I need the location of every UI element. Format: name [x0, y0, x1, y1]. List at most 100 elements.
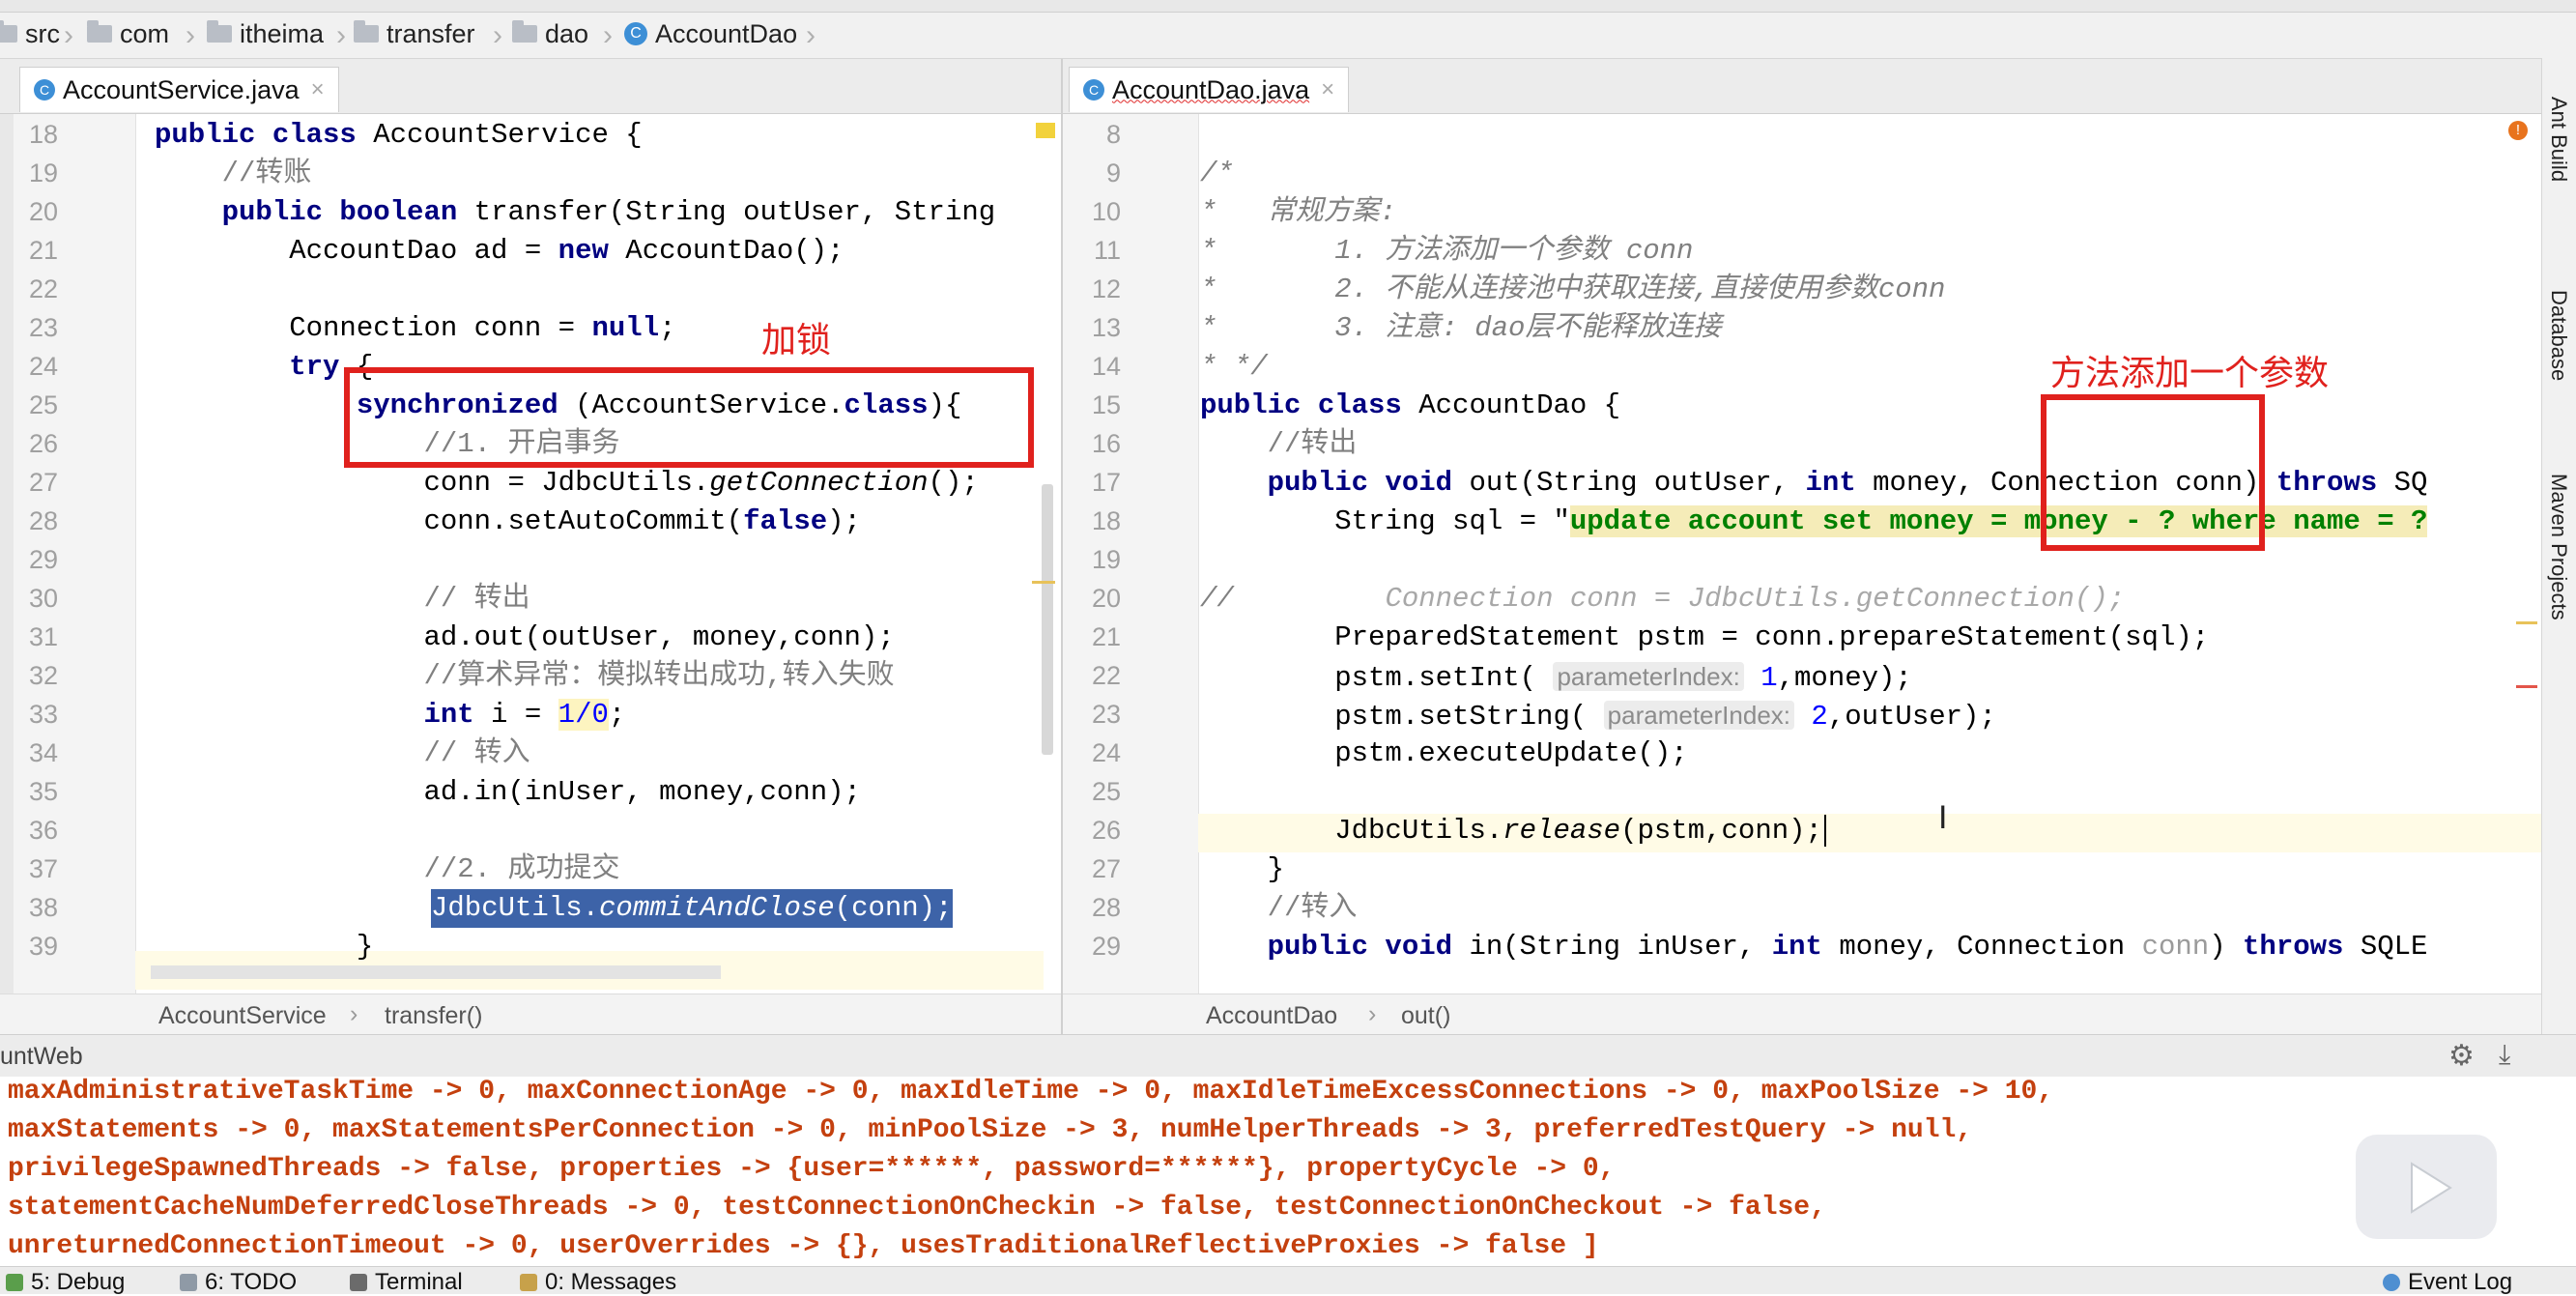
status-path-class[interactable]: AccountDao	[1206, 1002, 1337, 1030]
console-output[interactable]: maxAdministrativeTaskTime -> 0, maxConne…	[0, 1077, 2576, 1266]
line-number: 8	[1105, 120, 1121, 149]
line-number: 25	[28, 390, 58, 419]
code-line: int i = 1/0;	[155, 699, 626, 731]
line-number: 15	[1091, 390, 1121, 419]
code-line: try {	[155, 351, 374, 383]
tab-accountdao[interactable]: C AccountDao.java ×	[1069, 67, 1350, 112]
folder-icon	[512, 20, 537, 43]
folder-icon	[0, 20, 17, 43]
chevron-right-icon: ›	[493, 19, 502, 51]
play-overlay-button[interactable]	[2356, 1135, 2497, 1239]
class-icon: C	[34, 79, 55, 101]
minimize-icon[interactable]: ⤓	[2499, 1039, 2510, 1071]
close-icon[interactable]: ×	[311, 76, 325, 103]
left-status-path: AccountService › transfer()	[0, 994, 1061, 1035]
tool-messages[interactable]: 0: Messages	[520, 1269, 676, 1296]
status-path-method[interactable]: out()	[1401, 1002, 1450, 1030]
right-code-area[interactable]: /* * 常规方案: * 1. 方法添加一个参数 conn * 2. 不能从连接…	[1200, 114, 2524, 994]
code-line: //算术异常：模拟转出成功,转入失败	[155, 660, 895, 692]
line-number: 26	[28, 429, 58, 458]
line-number: 18	[1091, 506, 1121, 535]
right-editor-pane: C AccountDao.java × 8 9 10 11 12 13 14 1…	[1063, 59, 2541, 1035]
tool-event-log[interactable]: Event Log	[2383, 1269, 2512, 1296]
left-hscrollbar[interactable]	[151, 965, 721, 979]
warning-marker-icon[interactable]	[1036, 123, 1055, 138]
code-line: * 2. 不能从连接池中获取连接,直接使用参数conn	[1200, 274, 1946, 305]
line-number: 13	[1091, 313, 1121, 342]
breadcrumb-item-transfer[interactable]: transfer	[354, 19, 475, 48]
code-line: //转出	[1200, 428, 1358, 460]
code-line: * 3. 注意: dao层不能释放连接	[1200, 312, 1722, 344]
scroll-mark	[2516, 621, 2537, 624]
breadcrumb-item-com[interactable]: com	[87, 19, 169, 48]
left-code-area[interactable]: public class AccountService { //转账 publi…	[155, 114, 1053, 994]
toolwindow-maven-projects[interactable]: Maven Projects	[2546, 474, 2571, 620]
messages-icon	[520, 1274, 537, 1291]
line-number: 28	[28, 506, 58, 535]
tab-accountservice[interactable]: C AccountService.java ×	[19, 67, 339, 112]
selected-code: JdbcUtils.commitAndClose(conn);	[431, 889, 953, 928]
code-line: public class AccountService {	[155, 119, 643, 151]
line-number: 10	[1091, 197, 1121, 226]
tool-terminal[interactable]: Terminal	[350, 1269, 463, 1296]
line-number: 35	[28, 777, 58, 806]
class-icon: C	[1083, 79, 1104, 101]
code-line: /*	[1200, 158, 1234, 189]
line-number: 31	[28, 622, 58, 651]
right-toolwindow-bar: Ant Build Database Maven Projects	[2541, 58, 2576, 1034]
line-number: 23	[1091, 700, 1121, 729]
tool-todo[interactable]: 6: TODO	[180, 1269, 297, 1296]
console-line: unreturnedConnectionTimeout -> 0, userOv…	[8, 1231, 1599, 1261]
chevron-right-icon: ›	[350, 1000, 358, 1027]
line-number: 29	[28, 545, 58, 574]
annotation-label-add-param: 方法添加一个参数	[2050, 354, 2330, 393]
close-icon[interactable]: ×	[1321, 76, 1334, 103]
code-line: pstm.setInt( parameterIndex: 1,money);	[1200, 662, 1912, 694]
line-number: 24	[28, 352, 58, 381]
scroll-mark	[1032, 581, 1055, 584]
code-line: * 1. 方法添加一个参数 conn	[1200, 235, 1694, 267]
line-number: 37	[28, 854, 58, 883]
chevron-right-icon: ›	[1368, 1000, 1377, 1027]
line-number: 21	[28, 236, 58, 265]
code-line: Connection conn = null;	[155, 312, 676, 344]
line-number: 27	[28, 468, 58, 497]
code-line: }	[155, 931, 374, 963]
breadcrumb-item-itheima[interactable]: itheima	[207, 19, 324, 48]
code-line: ad.in(inUser, money,conn);	[155, 776, 861, 808]
toolwindow-ant-build[interactable]: Ant Build	[2546, 97, 2571, 182]
code-line: // Connection conn = JdbcUtils.getConnec…	[1200, 583, 2126, 615]
line-number: 22	[28, 274, 58, 303]
code-line: }	[1200, 853, 1285, 885]
console-header: untWeb ⚙ ⤓	[0, 1034, 2576, 1079]
chevron-right-icon: ›	[186, 19, 195, 51]
console-line: maxAdministrativeTaskTime -> 0, maxConne…	[8, 1077, 2054, 1107]
code-line: //转账	[155, 158, 312, 189]
text-cursor	[1823, 815, 1826, 847]
annotation-label-lock: 加锁	[761, 321, 832, 360]
status-path-method[interactable]: transfer()	[385, 1002, 482, 1030]
line-number: 39	[28, 932, 58, 961]
error-indicator-icon[interactable]: !	[2508, 121, 2528, 140]
chevron-right-icon: ›	[603, 19, 613, 51]
folder-icon	[354, 20, 379, 43]
right-tabbar: C AccountDao.java ×	[1063, 59, 2541, 114]
gear-icon[interactable]: ⚙	[2448, 1039, 2475, 1073]
code-line: conn.setAutoCommit(false);	[155, 505, 861, 537]
line-number: 27	[1091, 854, 1121, 883]
left-editor-pane: C AccountService.java × 18 19 20 21 22 2…	[0, 59, 1063, 1035]
line-number: 19	[1091, 545, 1121, 574]
breadcrumb-item-src[interactable]: src	[0, 19, 60, 48]
console-line: statementCacheNumDeferredCloseThreads ->…	[8, 1193, 1826, 1223]
tool-debug[interactable]: 5: Debug	[6, 1269, 125, 1296]
toolwindow-database[interactable]: Database	[2546, 290, 2571, 381]
code-line: * 常规方案:	[1200, 196, 1397, 228]
line-number: 36	[28, 816, 58, 845]
code-line: // 转入	[155, 737, 530, 769]
breadcrumb-item-accountdao[interactable]: C AccountDao	[624, 19, 797, 48]
breadcrumb-item-dao[interactable]: dao	[512, 19, 588, 48]
status-path-class[interactable]: AccountService	[158, 1002, 327, 1030]
line-number: 14	[1091, 352, 1121, 381]
left-scrollbar[interactable]	[1042, 484, 1053, 755]
terminal-icon	[350, 1274, 367, 1291]
